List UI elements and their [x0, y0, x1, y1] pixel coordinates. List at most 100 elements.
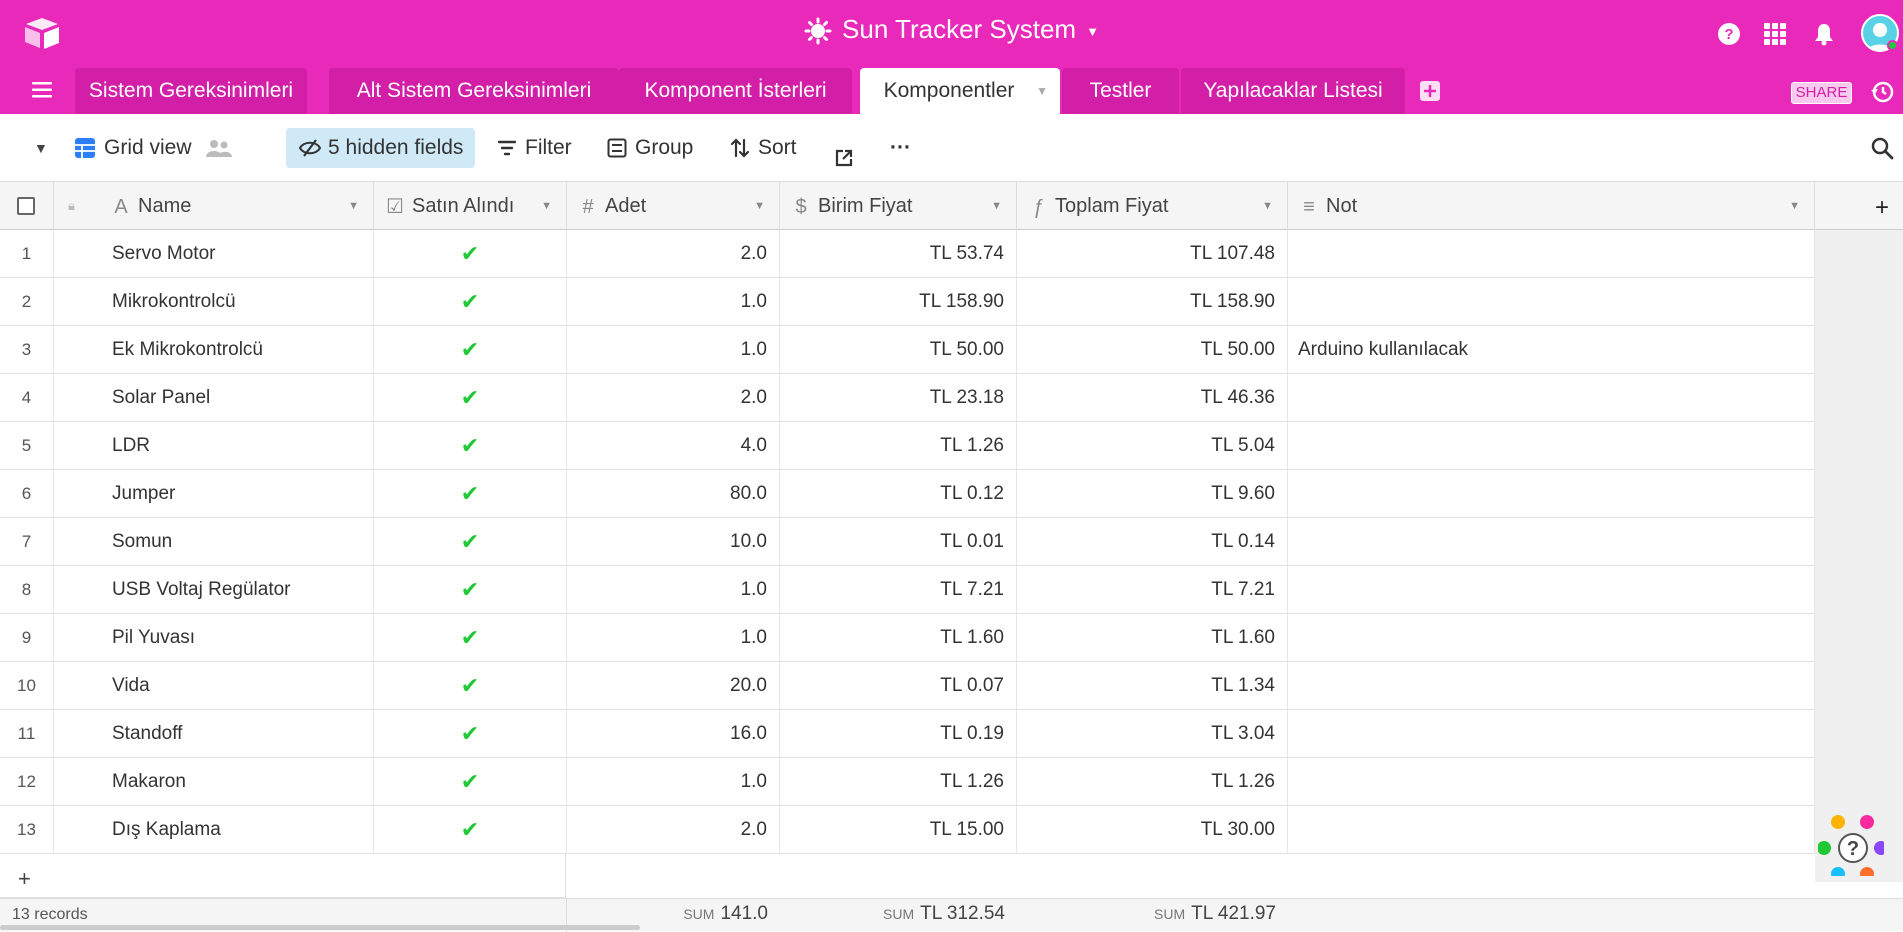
add-field-button[interactable]: +: [1875, 194, 1889, 222]
birim-fiyat-cell[interactable]: TL 0.01: [780, 518, 1017, 566]
apps-grid-icon[interactable]: [1763, 22, 1787, 46]
satin-alindi-cell[interactable]: ✔: [374, 758, 567, 806]
toplam-fiyat-cell[interactable]: TL 158.90: [1017, 278, 1288, 326]
name-cell[interactable]: LDR: [54, 422, 374, 470]
birim-fiyat-cell[interactable]: TL 0.07: [780, 662, 1017, 710]
not-cell[interactable]: [1288, 278, 1815, 326]
birim-fiyat-cell[interactable]: TL 15.00: [780, 806, 1017, 854]
satin-alindi-cell[interactable]: ✔: [374, 806, 567, 854]
add-table-icon[interactable]: [1419, 80, 1441, 102]
tab-testler[interactable]: Testler: [1062, 68, 1179, 114]
adet-cell[interactable]: 1.0: [567, 566, 780, 614]
name-cell[interactable]: Somun: [54, 518, 374, 566]
sum-birim-fiyat[interactable]: SUM TL 312.54: [780, 903, 1005, 925]
add-record-icon[interactable]: +: [18, 866, 31, 892]
adet-cell[interactable]: 2.0: [567, 806, 780, 854]
checkmark-icon[interactable]: ✔: [461, 769, 479, 794]
name-cell[interactable]: Solar Panel: [54, 374, 374, 422]
name-cell[interactable]: Dış Kaplama: [54, 806, 374, 854]
tab-alt-sistem-gereksinimleri[interactable]: Alt Sistem Gereksinimleri: [329, 68, 619, 114]
table-row[interactable]: 6 Jumper ✔ 80.0 TL 0.12 TL 9.60: [0, 470, 1815, 518]
chevron-down-icon[interactable]: ▼: [1036, 68, 1048, 114]
table-row[interactable]: 7 Somun ✔ 10.0 TL 0.01 TL 0.14: [0, 518, 1815, 566]
name-cell[interactable]: Standoff: [54, 710, 374, 758]
name-cell[interactable]: Jumper: [54, 470, 374, 518]
not-cell[interactable]: [1288, 662, 1815, 710]
satin-alindi-cell[interactable]: ✔: [374, 374, 567, 422]
satin-alindi-cell[interactable]: ✔: [374, 662, 567, 710]
satin-alindi-cell[interactable]: ✔: [374, 710, 567, 758]
bell-icon[interactable]: [1812, 22, 1836, 46]
view-menu-caret-icon[interactable]: ▼: [34, 128, 48, 168]
select-all-checkbox[interactable]: [17, 197, 35, 215]
table-row[interactable]: 10 Vida ✔ 20.0 TL 0.07 TL 1.34: [0, 662, 1815, 710]
satin-alindi-cell[interactable]: ✔: [374, 326, 567, 374]
search-icon[interactable]: [1870, 136, 1894, 160]
toplam-fiyat-cell[interactable]: TL 7.21: [1017, 566, 1288, 614]
name-cell[interactable]: Ek Mikrokontrolcü: [54, 326, 374, 374]
not-cell[interactable]: [1288, 518, 1815, 566]
adet-cell[interactable]: 2.0: [567, 374, 780, 422]
checkmark-icon[interactable]: ✔: [461, 817, 479, 842]
birim-fiyat-cell[interactable]: TL 23.18: [780, 374, 1017, 422]
column-header-satin-alindi[interactable]: ☑ Satın Alındı ▼: [374, 182, 567, 230]
column-header-adet[interactable]: # Adet ▼: [567, 182, 780, 230]
satin-alindi-cell[interactable]: ✔: [374, 278, 567, 326]
not-cell[interactable]: [1288, 566, 1815, 614]
table-row[interactable]: 2 Mikrokontrolcü ✔ 1.0 TL 158.90 TL 158.90: [0, 278, 1815, 326]
name-cell[interactable]: USB Voltaj Regülator: [54, 566, 374, 614]
adet-cell[interactable]: 10.0: [567, 518, 780, 566]
toplam-fiyat-cell[interactable]: TL 9.60: [1017, 470, 1288, 518]
base-title[interactable]: Sun Tracker System ▼: [0, 14, 1903, 45]
satin-alindi-cell[interactable]: ✔: [374, 614, 567, 662]
checkmark-icon[interactable]: ✔: [461, 481, 479, 506]
toplam-fiyat-cell[interactable]: TL 50.00: [1017, 326, 1288, 374]
chevron-down-icon[interactable]: ▼: [1262, 182, 1273, 230]
adet-cell[interactable]: 2.0: [567, 230, 780, 278]
birim-fiyat-cell[interactable]: TL 50.00: [780, 326, 1017, 374]
chevron-down-icon[interactable]: ▼: [348, 182, 359, 230]
table-row[interactable]: 5 LDR ✔ 4.0 TL 1.26 TL 5.04: [0, 422, 1815, 470]
tab-komponentler[interactable]: Komponentler ▼: [860, 68, 1060, 114]
toplam-fiyat-cell[interactable]: TL 0.14: [1017, 518, 1288, 566]
satin-alindi-cell[interactable]: ✔: [374, 230, 567, 278]
birim-fiyat-cell[interactable]: TL 53.74: [780, 230, 1017, 278]
adet-cell[interactable]: 1.0: [567, 614, 780, 662]
add-record-row[interactable]: +: [0, 854, 566, 898]
checkmark-icon[interactable]: ✔: [461, 337, 479, 362]
checkmark-icon[interactable]: ✔: [461, 241, 479, 266]
checkmark-icon[interactable]: ✔: [461, 529, 479, 554]
not-cell[interactable]: Arduino kullanılacak: [1288, 326, 1815, 374]
satin-alindi-cell[interactable]: ✔: [374, 566, 567, 614]
chevron-down-icon[interactable]: ▼: [991, 182, 1002, 230]
share-button[interactable]: SHARE: [1791, 82, 1852, 104]
birim-fiyat-cell[interactable]: TL 1.26: [780, 422, 1017, 470]
horizontal-scrollbar[interactable]: [0, 925, 640, 930]
checkmark-icon[interactable]: ✔: [461, 385, 479, 410]
not-cell[interactable]: [1288, 758, 1815, 806]
not-cell[interactable]: [1288, 806, 1815, 854]
hidden-fields-button[interactable]: 5 hidden fields: [286, 128, 476, 168]
checkmark-icon[interactable]: ✔: [461, 289, 479, 314]
table-row[interactable]: 11 Standoff ✔ 16.0 TL 0.19 TL 3.04: [0, 710, 1815, 758]
toplam-fiyat-cell[interactable]: TL 46.36: [1017, 374, 1288, 422]
adet-cell[interactable]: 16.0: [567, 710, 780, 758]
not-cell[interactable]: [1288, 614, 1815, 662]
adet-cell[interactable]: 1.0: [567, 758, 780, 806]
adet-cell[interactable]: 20.0: [567, 662, 780, 710]
adet-cell[interactable]: 80.0: [567, 470, 780, 518]
toplam-fiyat-cell[interactable]: TL 107.48: [1017, 230, 1288, 278]
group-button[interactable]: Group: [607, 128, 693, 168]
name-cell[interactable]: Vida: [54, 662, 374, 710]
column-header-name[interactable]: 🔒︎ A Name ▼: [54, 182, 374, 230]
tab-sistem-gereksinimleri[interactable]: Sistem Gereksinimleri: [75, 68, 307, 114]
table-row[interactable]: 13 Dış Kaplama ✔ 2.0 TL 15.00 TL 30.00: [0, 806, 1815, 854]
checkmark-icon[interactable]: ✔: [461, 577, 479, 602]
column-header-toplam-fiyat[interactable]: ƒ Toplam Fiyat ▼: [1017, 182, 1288, 230]
not-cell[interactable]: [1288, 422, 1815, 470]
help-widget-icon[interactable]: ?: [1818, 810, 1884, 876]
birim-fiyat-cell[interactable]: TL 0.12: [780, 470, 1017, 518]
checkmark-icon[interactable]: ✔: [461, 721, 479, 746]
tab-yapilacaklar-listesi[interactable]: Yapılacaklar Listesi: [1181, 68, 1405, 114]
adet-cell[interactable]: 4.0: [567, 422, 780, 470]
